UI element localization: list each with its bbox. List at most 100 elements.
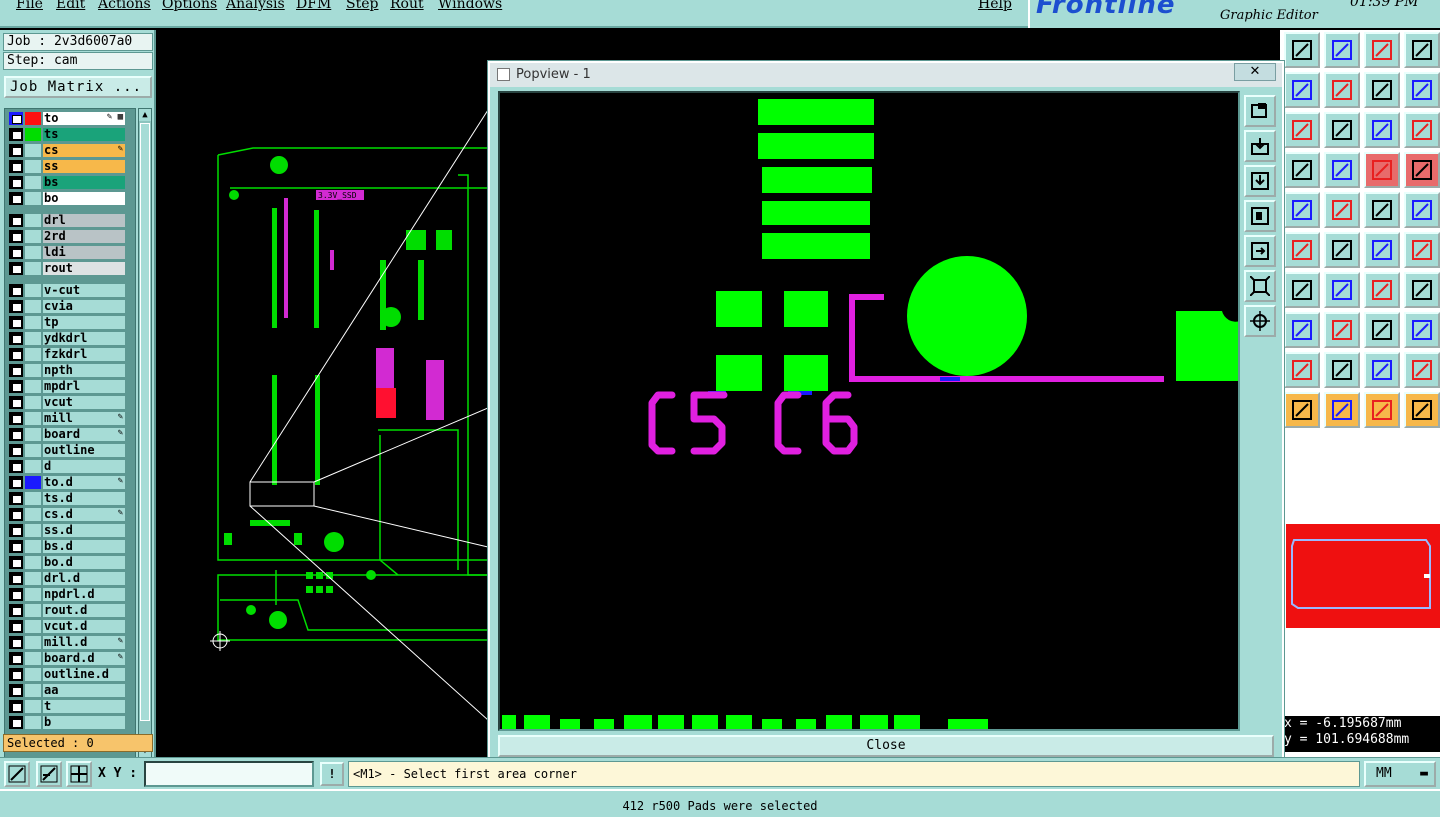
layer-row-npth[interactable]: npth (7, 363, 127, 377)
layer-checkbox[interactable] (9, 556, 23, 569)
layer-name[interactable]: tp (43, 316, 125, 329)
layer-row-ts[interactable]: ts (7, 127, 127, 141)
layer-name[interactable]: mill (43, 412, 125, 425)
layer-checkbox[interactable] (9, 128, 23, 141)
center-icon[interactable] (1324, 112, 1360, 148)
probe-icon[interactable] (1324, 152, 1360, 188)
pv-save-icon[interactable] (1244, 165, 1276, 197)
layer-row-cvia[interactable]: cvia (7, 299, 127, 313)
menu-step[interactable]: Step (346, 0, 378, 12)
layer-name[interactable]: board.d (43, 652, 125, 665)
layer-color-swatch[interactable] (25, 652, 41, 665)
scale-1-2-icon[interactable] (1364, 112, 1400, 148)
layer-color-swatch[interactable] (25, 316, 41, 329)
pv-import-icon[interactable] (1244, 130, 1276, 162)
layer-row-rout-d[interactable]: rout.d (7, 603, 127, 617)
layer-name[interactable]: bs.d (43, 540, 125, 553)
select-graph-icon[interactable] (1404, 392, 1440, 428)
layer-checkbox[interactable] (9, 492, 23, 505)
layer-name[interactable]: b (43, 716, 125, 729)
layer-checkbox[interactable] (9, 160, 23, 173)
layer-color-swatch[interactable] (25, 214, 41, 227)
layer-color-swatch[interactable] (25, 572, 41, 585)
ruler-icon[interactable] (1364, 192, 1400, 228)
layer-color-swatch[interactable] (25, 412, 41, 425)
layer-checkbox[interactable] (9, 112, 23, 125)
layer-color-swatch[interactable] (25, 246, 41, 259)
layer-color-swatch[interactable] (25, 604, 41, 617)
menu-analysis[interactable]: Analysis (226, 0, 285, 12)
layer-color-swatch[interactable] (25, 128, 41, 141)
pv-window-icon[interactable] (1244, 95, 1276, 127)
layer-row-cs[interactable]: cs ✎ (7, 143, 127, 157)
layer-name[interactable]: cs (43, 144, 125, 157)
triangle-bar-icon[interactable] (1404, 352, 1440, 388)
close-icon[interactable]: ✕ (1234, 63, 1276, 81)
multi-shape-icon[interactable] (1404, 312, 1440, 348)
layer-name[interactable]: vcut.d (43, 620, 125, 633)
layer-row-mill-d[interactable]: mill.d ✎ (7, 635, 127, 649)
pv-center-icon[interactable] (1244, 305, 1276, 337)
layer-name[interactable]: mpdrl (43, 380, 125, 393)
layer-row-bo-d[interactable]: bo.d (7, 555, 127, 569)
layer-checkbox[interactable] (9, 700, 23, 713)
layer-checkbox[interactable] (9, 192, 23, 205)
layer-row-to-d[interactable]: to.d ✎ (7, 475, 127, 489)
layer-checkbox[interactable] (9, 572, 23, 585)
layer-checkbox[interactable] (9, 230, 23, 243)
layer-checkbox[interactable] (9, 412, 23, 425)
zoom-left-icon[interactable] (1284, 72, 1320, 108)
layer-checkbox[interactable] (9, 508, 23, 521)
zoom-area-icon[interactable] (4, 761, 30, 787)
layer-row-drl[interactable]: drl (7, 213, 127, 227)
layer-name[interactable]: rout.d (43, 604, 125, 617)
layer-checkbox[interactable] (9, 684, 23, 697)
layer-color-swatch[interactable] (25, 636, 41, 649)
layer-row-cs-d[interactable]: cs.d ✎ (7, 507, 127, 521)
layer-name[interactable]: board (43, 428, 125, 441)
line-icon[interactable] (1324, 272, 1360, 308)
pan-icon[interactable] (1364, 72, 1400, 108)
minimap[interactable] (1286, 524, 1440, 628)
select-circle-icon[interactable] (1364, 392, 1400, 428)
layer-row-board[interactable]: board ✎ (7, 427, 127, 441)
layer-checkbox[interactable] (9, 262, 23, 275)
layer-color-swatch[interactable] (25, 428, 41, 441)
layer-name[interactable]: v-cut (43, 284, 125, 297)
measure-icon[interactable] (1364, 312, 1400, 348)
layer-color-swatch[interactable] (25, 332, 41, 345)
layer-row-outline-d[interactable]: outline.d (7, 667, 127, 681)
layer-checkbox[interactable] (9, 540, 23, 553)
layer-row-ss-d[interactable]: ss.d (7, 523, 127, 537)
layer-row-tp[interactable]: tp (7, 315, 127, 329)
layer-checkbox[interactable] (9, 716, 23, 729)
layer-name[interactable]: fzkdrl (43, 348, 125, 361)
layer-checkbox[interactable] (9, 380, 23, 393)
layer-name[interactable]: cvia (43, 300, 125, 313)
layer-row-npdrl-d[interactable]: npdrl.d (7, 587, 127, 601)
menu-help[interactable]: Help (978, 0, 1012, 12)
layer-name[interactable]: ss (43, 160, 125, 173)
layer-color-swatch[interactable] (25, 364, 41, 377)
layer-checkbox[interactable] (9, 332, 23, 345)
layer-name[interactable]: ts.d (43, 492, 125, 505)
layer-checkbox[interactable] (9, 396, 23, 409)
layer-color-swatch[interactable] (25, 112, 41, 125)
layer-checkbox[interactable] (9, 476, 23, 489)
layer-row-ydkdrl[interactable]: ydkdrl (7, 331, 127, 345)
layer-row-to[interactable]: to ✎ ▦ (7, 111, 127, 125)
layer-color-swatch[interactable] (25, 588, 41, 601)
layer-checkbox[interactable] (9, 428, 23, 441)
layer-color-swatch[interactable] (25, 176, 41, 189)
layer-color-swatch[interactable] (25, 192, 41, 205)
layer-color-swatch[interactable] (25, 380, 41, 393)
angle-icon[interactable] (1284, 272, 1320, 308)
layer-name[interactable]: npdrl.d (43, 588, 125, 601)
layer-color-swatch[interactable] (25, 300, 41, 313)
pv-fit-icon[interactable] (1244, 270, 1276, 302)
layer-row-vcut[interactable]: vcut (7, 395, 127, 409)
layer-row-ts-d[interactable]: ts.d (7, 491, 127, 505)
layer-checkbox[interactable] (9, 588, 23, 601)
layer-color-swatch[interactable] (25, 524, 41, 537)
layer-color-swatch[interactable] (25, 396, 41, 409)
